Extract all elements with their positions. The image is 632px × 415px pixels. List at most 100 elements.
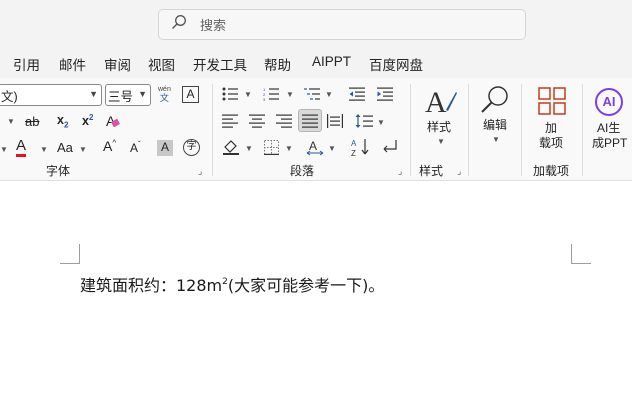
grow-font-button[interactable]: A^ bbox=[103, 139, 116, 153]
align-left-icon bbox=[222, 114, 238, 128]
font-size-select[interactable]: 三号 ▼ bbox=[105, 84, 151, 106]
phonetic-guide-button[interactable]: wén 文 bbox=[158, 85, 171, 104]
dialog-launcher-icon[interactable]: ⌟ bbox=[457, 166, 461, 177]
chevron-down-icon[interactable]: ▼ bbox=[0, 146, 8, 154]
ai-ppt-logo-icon[interactable]: AI bbox=[595, 88, 623, 116]
chevron-down-icon[interactable]: ▼ bbox=[7, 118, 15, 126]
dialog-launcher-icon[interactable]: ⌟ bbox=[198, 166, 202, 177]
font-name-value: 文) bbox=[1, 89, 18, 104]
strikethrough-button[interactable]: ab bbox=[25, 115, 39, 128]
tab-developer[interactable]: 开发工具 bbox=[193, 54, 247, 74]
align-center-button[interactable] bbox=[249, 114, 265, 131]
phonetic-bottom: 文 bbox=[159, 93, 169, 103]
addins-button[interactable] bbox=[538, 87, 566, 118]
tab-view[interactable]: 视图 bbox=[148, 54, 175, 74]
line-spacing-button[interactable] bbox=[355, 114, 373, 131]
chevron-down-icon[interactable]: ▼ bbox=[328, 145, 336, 153]
tab-help[interactable]: 帮助 bbox=[264, 54, 291, 74]
addins-grid-icon bbox=[538, 87, 566, 115]
superscript-2: 2 bbox=[88, 113, 94, 122]
chevron-down-icon[interactable]: ▼ bbox=[245, 145, 253, 153]
sort-button[interactable]: AZ bbox=[351, 137, 371, 160]
document-paragraph[interactable]: 建筑面积约：128m2(大家可能参考一下)。 bbox=[80, 272, 384, 296]
search-box[interactable]: 搜索 bbox=[158, 9, 526, 40]
numbered-list-icon: 123 bbox=[263, 87, 279, 102]
tab-mailings[interactable]: 邮件 bbox=[59, 54, 86, 74]
chevron-down-icon[interactable]: ▼ bbox=[325, 91, 333, 99]
editing-button-label: 编辑 bbox=[483, 118, 508, 132]
chevron-down-icon[interactable]: ▼ bbox=[492, 136, 500, 144]
align-left-button[interactable] bbox=[222, 114, 238, 131]
sort-icon: AZ bbox=[351, 139, 369, 158]
addins-button-label-line2: 载项 bbox=[539, 136, 564, 150]
editing-button[interactable] bbox=[479, 84, 511, 119]
group-divider bbox=[468, 84, 469, 176]
chevron-down-icon: ▼ bbox=[89, 89, 98, 99]
align-right-button[interactable] bbox=[276, 114, 292, 131]
enclose-characters-button[interactable]: 字 bbox=[183, 139, 200, 156]
tab-baidu-netdisk[interactable]: 百度网盘 bbox=[369, 54, 423, 74]
search-placeholder: 搜索 bbox=[200, 18, 227, 33]
numbering-button[interactable]: 123 bbox=[263, 87, 279, 104]
styles-icon: A bbox=[425, 86, 457, 119]
bullets-button[interactable] bbox=[222, 87, 238, 104]
group-divider bbox=[410, 84, 411, 176]
character-border-button[interactable]: A bbox=[182, 86, 199, 103]
chevron-down-icon[interactable]: ▼ bbox=[79, 146, 87, 154]
character-border-label: A bbox=[186, 87, 195, 101]
dialog-launcher-icon[interactable]: ⌟ bbox=[398, 166, 402, 177]
shading-button[interactable] bbox=[223, 139, 239, 158]
show-paragraph-marks-button[interactable] bbox=[381, 138, 399, 159]
document-main-text: 建筑面积约：128m bbox=[80, 276, 223, 295]
tab-references[interactable]: 引用 bbox=[13, 54, 40, 74]
ai-ppt-logo-text: AI bbox=[602, 94, 616, 109]
enter-arrow-icon bbox=[383, 140, 397, 153]
paint-bucket-icon bbox=[223, 140, 239, 155]
line-spacing-icon bbox=[355, 114, 373, 128]
search-icon bbox=[171, 14, 187, 35]
multilevel-list-button[interactable] bbox=[304, 87, 320, 104]
superscript-button[interactable]: x2 bbox=[82, 114, 93, 128]
change-case-button[interactable]: Aa bbox=[57, 141, 73, 154]
ai-ppt-label-line1: AI生 bbox=[597, 121, 621, 135]
title-bar: 搜索 bbox=[0, 0, 632, 48]
decrease-indent-icon bbox=[349, 87, 365, 101]
document-page[interactable]: 建筑面积约：128m2(大家可能参考一下)。 bbox=[0, 182, 632, 415]
group-divider bbox=[212, 84, 213, 176]
styles-button[interactable]: A bbox=[424, 84, 458, 123]
text-direction-button[interactable]: A bbox=[306, 138, 324, 158]
distributed-button[interactable] bbox=[327, 114, 343, 131]
chevron-down-icon[interactable]: ▼ bbox=[244, 91, 252, 99]
chevron-down-icon[interactable]: ▼ bbox=[286, 91, 294, 99]
justify-button[interactable] bbox=[298, 109, 322, 132]
group-divider bbox=[521, 84, 522, 176]
ribbon: 文) ▼ 三号 ▼ wén 文 A ▼ ab x2 x2 A ▼ A ▼ Aa … bbox=[0, 78, 632, 181]
subscript-button[interactable]: x2 bbox=[57, 114, 68, 130]
svg-text:A: A bbox=[309, 139, 317, 153]
tab-aippt[interactable]: AIPPT bbox=[312, 54, 351, 69]
chevron-down-icon[interactable]: ▼ bbox=[285, 145, 293, 153]
tab-review[interactable]: 审阅 bbox=[104, 54, 131, 74]
svg-text:Z: Z bbox=[351, 149, 356, 157]
chevron-down-icon[interactable]: ▼ bbox=[377, 119, 385, 127]
ai-ppt-label-line2: 成PPT bbox=[592, 136, 628, 150]
increase-indent-button[interactable] bbox=[377, 87, 393, 104]
borders-icon bbox=[264, 140, 279, 156]
margin-corner-right bbox=[571, 244, 591, 264]
font-color-button[interactable]: A bbox=[16, 138, 27, 157]
shrink-font-button[interactable]: Aˇ bbox=[130, 141, 141, 155]
borders-button[interactable] bbox=[264, 140, 279, 158]
chevron-down-icon[interactable]: ▼ bbox=[40, 146, 48, 154]
superscript-x: x bbox=[82, 114, 89, 129]
clear-formatting-button[interactable]: A bbox=[106, 114, 121, 128]
styles-group-label: 样式 bbox=[419, 164, 444, 178]
chevron-down-icon[interactable]: ▼ bbox=[437, 138, 445, 146]
decrease-indent-button[interactable] bbox=[349, 87, 365, 104]
svg-text:A: A bbox=[351, 139, 357, 148]
character-shading-button[interactable]: A bbox=[157, 140, 173, 156]
subscript-x: x bbox=[57, 113, 64, 127]
svg-text:A: A bbox=[425, 86, 447, 119]
font-name-select[interactable]: 文) ▼ bbox=[0, 84, 102, 106]
addins-button-label-line1: 加 bbox=[545, 121, 558, 135]
document-tail-text: (大家可能参考一下)。 bbox=[227, 276, 385, 295]
